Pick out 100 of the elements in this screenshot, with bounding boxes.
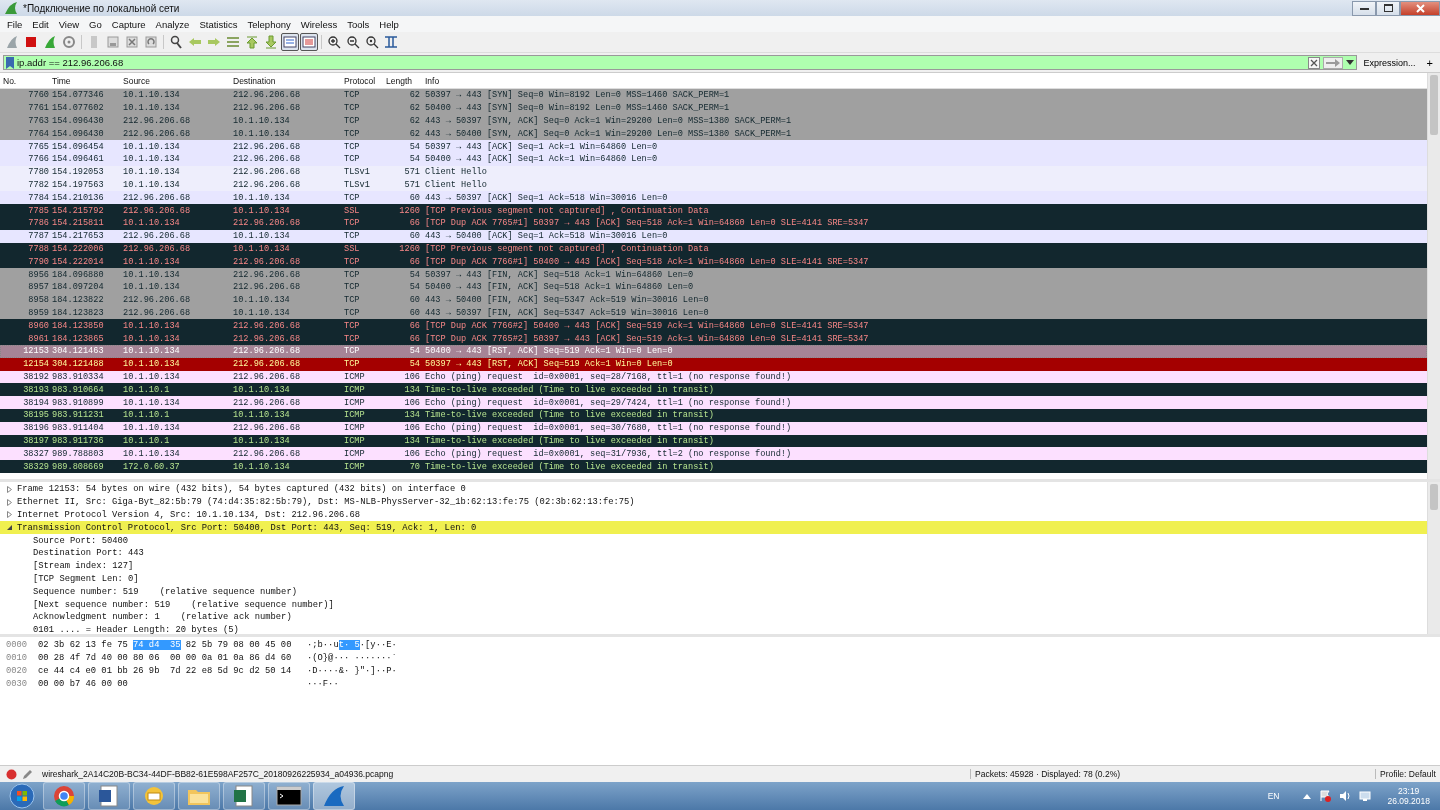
close-icon <box>1415 3 1425 13</box>
tree-item[interactable]: Source Port: 50400 <box>0 534 1427 547</box>
bookmark-icon <box>6 56 14 69</box>
zoom-out-icon <box>346 35 360 49</box>
column-header[interactable]: Length <box>386 75 420 86</box>
toolbar-button[interactable] <box>344 33 362 51</box>
speaker-icon[interactable] <box>1339 790 1352 802</box>
hex-bytes[interactable]: ce 44 c4 e0 01 bb 26 9b 7d 22 e8 5d 9c d2 50 14 <box>38 666 307 676</box>
menu-item[interactable]: Help <box>374 18 404 30</box>
packet-row[interactable]: 7784 154.210136 212.96.206.68 10.1.10.134 TCP 60 443 → 50397 [ACK] Seq=1 Ack=518 Win=30016 Len=0 <box>0 191 1427 205</box>
fin-icon <box>321 784 347 808</box>
ascii-bytes[interactable]: ·D····&· }"·]··P· <box>307 666 397 676</box>
forward-arrow-icon <box>207 35 221 49</box>
menu-item[interactable]: Wireless <box>295 18 343 30</box>
packet-row[interactable]: 8961 184.123865 10.1.10.134 212.96.206.68 TCP 66 [TCP Dup ACK 7765#2] 50397 → 443 [ACK] Seq=519 Ack=1 Win=64860 Len=0 SLE=4141 SRE=5347 <box>0 332 1427 345</box>
menu-item[interactable]: Capture <box>106 18 151 30</box>
maximize-button[interactable] <box>1376 0 1400 16</box>
up-arrow-icon <box>245 35 259 49</box>
ascii-bytes[interactable]: ·;b··ut· 5·[y··E· <box>307 640 397 651</box>
minimize-button[interactable] <box>1352 0 1376 16</box>
column-header[interactable]: Info <box>420 75 440 86</box>
menu-item[interactable]: Analyze <box>150 18 195 30</box>
packet-row[interactable]: 7790 154.222014 10.1.10.134 212.96.206.68 TCP 66 [TCP Dup ACK 7766#1] 50400 → 443 [ACK] Seq=518 Ack=1 Win=64860 Len=0 SLE=4141 SRE=5347 <box>0 255 1427 269</box>
expanded-triangle-icon[interactable] <box>6 524 13 532</box>
menu-item[interactable]: Tools <box>342 18 375 30</box>
packet-row[interactable]: 38194 983.910899 10.1.10.134 212.96.206.68 ICMP 106 Echo (ping) request id=0x0001, seq=29/7424, ttl=1 (no response found!) <box>0 396 1427 409</box>
menu-item[interactable]: Telephony <box>242 18 296 30</box>
packet-row[interactable]: 7760 154.077346 10.1.10.134 212.96.206.68 TCP 62 50397 → 443 [SYN] Seq=0 Win=8192 Len=0 MSS=1460 SACK_PERM=1 <box>0 89 1427 102</box>
tree-item[interactable]: Transmission Control Protocol, Src Port: 50400, Dst Port: 443, Seq: 519, Ack: 1, Len: 0 <box>0 521 1427 535</box>
scrollbar[interactable] <box>1427 73 1440 479</box>
browser-icon <box>51 784 77 808</box>
up-arrow-icon[interactable] <box>1303 793 1312 799</box>
tree-item[interactable]: Sequence number: 519 (relative sequence number) <box>0 585 1427 599</box>
packet-row[interactable]: 38327 989.788803 10.1.10.134 212.96.206.68 ICMP 106 Echo (ping) request id=0x0001, seq=31/7936, ttl=2 (no response found!) <box>0 447 1427 461</box>
ascii-bytes[interactable]: ···F·· <box>307 678 339 689</box>
ascii-bytes[interactable]: ·(O}@··· ·······` <box>307 653 397 664</box>
search-icon <box>169 35 183 49</box>
window-title: *Подключение по локальной сети <box>23 2 180 14</box>
tree-item[interactable]: Internet Protocol Version 4, Src: 10.1.10.134, Dst: 212.96.206.68 <box>0 508 1427 522</box>
tree-item[interactable]: 0101 .... = Header Length: 20 bytes (5) <box>0 623 1427 634</box>
packet-row[interactable]: 7764 154.096430 212.96.206.68 10.1.10.134 TCP 62 443 → 50400 [SYN, ACK] Seq=0 Ack=1 Win=29200 Len=0 MSS=1380 SACK_PERM=1 <box>0 127 1427 141</box>
menu-item[interactable]: Statistics <box>194 18 243 30</box>
packet-row[interactable]: 8960 184.123850 10.1.10.134 212.96.206.68 TCP 66 [TCP Dup ACK 7766#2] 50400 → 443 [ACK] Seq=519 Ack=1 Win=64860 Len=0 SLE=4141 SRE=5347 <box>0 319 1427 333</box>
column-header[interactable]: Source <box>123 75 233 86</box>
tree-item[interactable]: Ethernet II, Src: Giga-Byt_82:5b:79 (74:d4:35:82:5b:79), Dst: MS-NLB-PhysServer-32_1b:62:13:fe:75 (02:3b:62:13:fe:75) <box>0 495 1427 509</box>
tree-item[interactable]: [Next sequence number: 519 (relative sequence number)] <box>0 598 1427 611</box>
flag-icon[interactable] <box>1319 790 1332 802</box>
close-button[interactable] <box>1400 0 1440 16</box>
toolbar-button[interactable] <box>363 33 381 51</box>
scrollbar[interactable] <box>1427 482 1440 634</box>
packet-row[interactable]: 7765 154.096454 10.1.10.134 212.96.206.68 TCP 54 50397 → 443 [ACK] Seq=1 Ack=1 Win=64860 Len=0 <box>0 140 1427 153</box>
edit-icon[interactable] <box>22 768 33 780</box>
back-arrow-icon <box>188 35 202 49</box>
expression-button[interactable]: Expression... <box>1360 57 1419 68</box>
down-arrow-icon <box>264 35 278 49</box>
column-header[interactable]: Protocol <box>344 75 386 86</box>
hex-bytes[interactable]: 00 28 4f 7d 40 00 80 06 00 00 0a 01 0a 86 d4 60 <box>38 653 307 664</box>
byte-offset: 0020 <box>5 666 29 676</box>
clear-icon[interactable] <box>1307 56 1320 69</box>
hex-bytes[interactable]: 02 3b 62 13 fe 75 74 d4 35 82 5b 79 08 00 45 00 <box>38 640 307 651</box>
display-filter-field[interactable]: ip.addr == 212.96.206.68 <box>3 55 1357 70</box>
maximize-icon <box>1383 4 1393 12</box>
column-header[interactable]: Destination <box>233 75 344 86</box>
tree-item[interactable]: Acknowledgment number: 1 (relative ack number) <box>0 610 1427 624</box>
packet-row[interactable]: 38329 989.808669 172.0.60.37 10.1.10.134 ICMP 70 Time-to-live exceeded (Time to live exceeded in transit) <box>0 460 1427 473</box>
menu-item[interactable]: Go <box>84 18 107 30</box>
status-icon[interactable] <box>6 768 17 780</box>
column-header[interactable]: No. <box>0 75 49 86</box>
settings-icon <box>62 35 76 49</box>
byte-offset: 0010 <box>5 653 29 664</box>
profile-label[interactable]: Profile: Default <box>1375 769 1440 779</box>
toolbar-button[interactable] <box>382 33 400 51</box>
dropdown-icon[interactable] <box>1345 59 1354 66</box>
add-filter-button[interactable]: + <box>1422 56 1437 69</box>
taskbar-app-button[interactable] <box>223 782 265 810</box>
menu-item[interactable]: File <box>2 18 28 30</box>
byte-offset: 0030 <box>5 678 29 689</box>
packet-row[interactable]: 38193 983.910664 10.1.10.1 10.1.10.134 ICMP 134 Time-to-live exceeded (Time to live exceeded in transit) <box>0 383 1427 397</box>
toolbar-button[interactable] <box>281 33 299 51</box>
restart-icon <box>43 35 57 49</box>
menu-item[interactable]: Edit <box>27 18 54 30</box>
fin-icon <box>5 35 19 49</box>
tree-item[interactable]: Destination Port: 443 <box>0 547 1427 560</box>
taskbar-app-button[interactable] <box>88 782 130 810</box>
close-file-icon <box>125 35 139 49</box>
tree-item[interactable]: Frame 12153: 54 bytes on wire (432 bits), 54 bytes captured (432 bits) on interface 0 <box>0 483 1427 496</box>
hex-bytes[interactable]: 00 00 b7 46 00 00 <box>38 678 307 689</box>
packet-row[interactable]: 7785 154.215792 212.96.206.68 10.1.10.134 SSL 1260 [TCP Previous segment not captured] , Continuation Data <box>0 204 1427 217</box>
tree-item[interactable]: [TCP Segment Len: 0] <box>0 572 1427 586</box>
taskbar-app-button[interactable] <box>268 782 310 810</box>
clock-date[interactable]: 26.09.2018 <box>1387 796 1430 806</box>
menu-item[interactable]: View <box>53 18 85 30</box>
network-icon[interactable] <box>1359 790 1372 802</box>
columns-icon <box>384 35 398 49</box>
toolbar-button[interactable] <box>325 33 343 51</box>
packet-row[interactable]: 8956 184.096880 10.1.10.134 212.96.206.68 TCP 54 50397 → 443 [FIN, ACK] Seq=518 Ack=1 Win=64860 Len=0 <box>0 268 1427 281</box>
terminal-icon <box>276 784 302 808</box>
app-icon <box>4 1 18 15</box>
column-header[interactable]: Time <box>49 75 123 86</box>
tree-item[interactable]: [Stream index: 127] <box>0 559 1427 573</box>
